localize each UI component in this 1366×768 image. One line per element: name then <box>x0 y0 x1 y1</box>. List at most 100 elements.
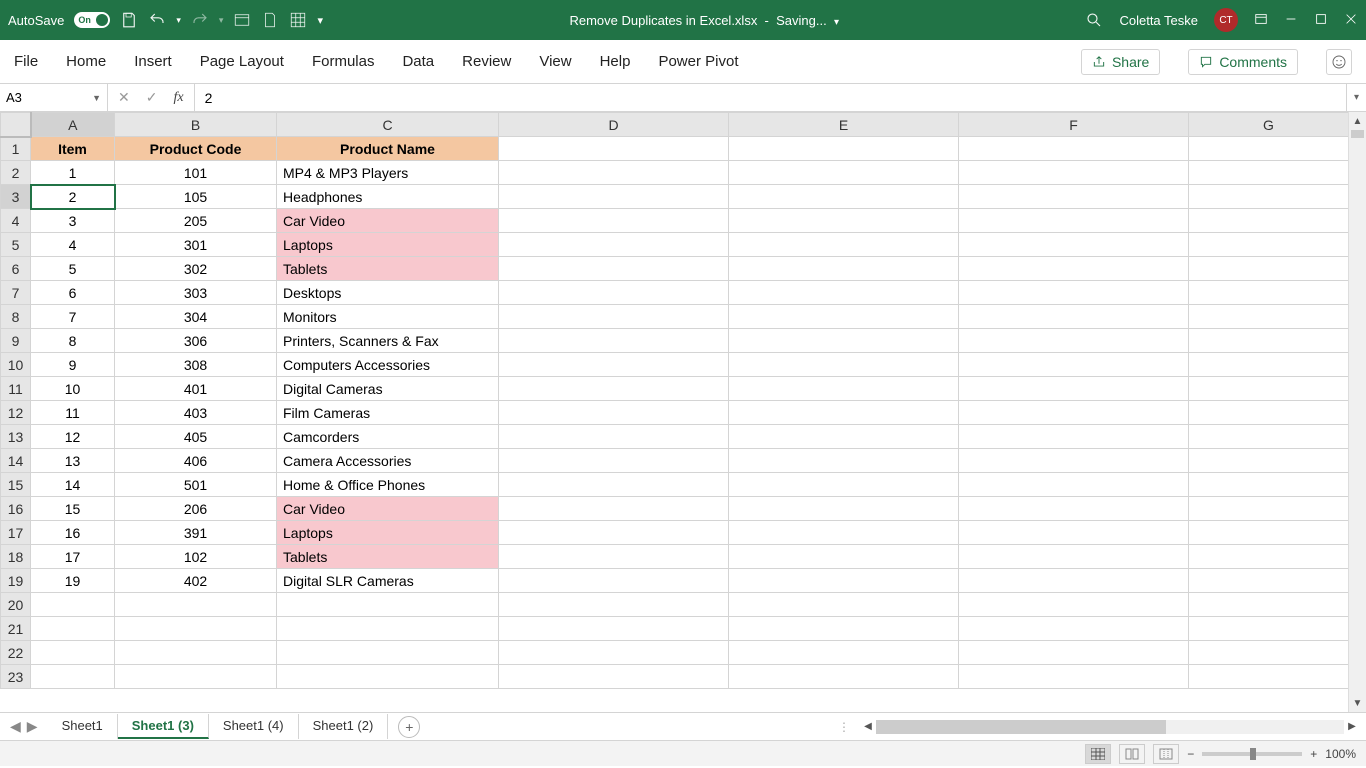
cell[interactable] <box>1189 281 1349 305</box>
cell[interactable] <box>729 401 959 425</box>
cell[interactable]: 10 <box>31 377 115 401</box>
cell[interactable] <box>729 665 959 689</box>
redo-icon[interactable] <box>191 11 209 29</box>
cell[interactable] <box>499 449 729 473</box>
cell[interactable] <box>959 257 1189 281</box>
minimize-icon[interactable] <box>1284 12 1298 29</box>
cell[interactable]: 304 <box>115 305 277 329</box>
cell[interactable] <box>1189 353 1349 377</box>
ribbon-tab-file[interactable]: File <box>14 53 38 70</box>
cell[interactable]: Printers, Scanners & Fax <box>277 329 499 353</box>
cell[interactable] <box>1189 521 1349 545</box>
cell[interactable] <box>1189 545 1349 569</box>
close-icon[interactable] <box>1344 12 1358 29</box>
cell[interactable]: Monitors <box>277 305 499 329</box>
cell[interactable]: Product Name <box>277 137 499 161</box>
cell[interactable]: 501 <box>115 473 277 497</box>
ribbon-tab-power-pivot[interactable]: Power Pivot <box>658 53 738 70</box>
cell[interactable] <box>959 665 1189 689</box>
add-sheet-button[interactable]: + <box>398 716 420 738</box>
row-header[interactable]: 9 <box>1 329 31 353</box>
cell[interactable] <box>499 257 729 281</box>
cell[interactable] <box>499 665 729 689</box>
cell[interactable] <box>959 137 1189 161</box>
cell[interactable]: MP4 & MP3 Players <box>277 161 499 185</box>
formula-input[interactable]: 2 <box>195 84 1346 111</box>
row-header[interactable]: 2 <box>1 161 31 185</box>
save-icon[interactable] <box>120 11 138 29</box>
sheet-tab[interactable]: Sheet1 <box>48 714 118 739</box>
cell[interactable]: Digital SLR Cameras <box>277 569 499 593</box>
cell[interactable] <box>959 521 1189 545</box>
cell[interactable]: 401 <box>115 377 277 401</box>
row-header[interactable]: 3 <box>1 185 31 209</box>
row-header[interactable]: 4 <box>1 209 31 233</box>
cell[interactable] <box>277 617 499 641</box>
cell[interactable] <box>1189 569 1349 593</box>
cell[interactable] <box>499 377 729 401</box>
undo-icon[interactable] <box>148 11 166 29</box>
cell[interactable] <box>31 641 115 665</box>
cell[interactable]: Laptops <box>277 521 499 545</box>
column-header-G[interactable]: G <box>1189 113 1349 137</box>
scroll-down-icon[interactable]: ▼ <box>1349 694 1366 712</box>
cell[interactable] <box>499 569 729 593</box>
cell[interactable] <box>729 425 959 449</box>
cell[interactable] <box>959 353 1189 377</box>
cell[interactable]: 406 <box>115 449 277 473</box>
cell[interactable] <box>1189 593 1349 617</box>
cell[interactable]: 4 <box>31 233 115 257</box>
cell[interactable] <box>1189 329 1349 353</box>
sheet-tab[interactable]: Sheet1 (2) <box>299 714 389 739</box>
cell[interactable] <box>499 161 729 185</box>
cell[interactable]: Computers Accessories <box>277 353 499 377</box>
cell[interactable] <box>1189 185 1349 209</box>
cell[interactable] <box>31 593 115 617</box>
cell[interactable]: Car Video <box>277 497 499 521</box>
ribbon-tab-review[interactable]: Review <box>462 53 511 70</box>
cell[interactable] <box>499 521 729 545</box>
pagelayout-view-button[interactable] <box>1119 744 1145 764</box>
cell[interactable] <box>499 353 729 377</box>
cell[interactable]: 12 <box>31 425 115 449</box>
cell[interactable] <box>729 137 959 161</box>
cell[interactable]: Camcorders <box>277 425 499 449</box>
row-header[interactable]: 8 <box>1 305 31 329</box>
column-header-E[interactable]: E <box>729 113 959 137</box>
qat-icon-1[interactable] <box>233 11 251 29</box>
cell[interactable] <box>959 545 1189 569</box>
cell[interactable] <box>31 665 115 689</box>
cell[interactable]: Digital Cameras <box>277 377 499 401</box>
cell[interactable] <box>959 161 1189 185</box>
qat-icon-2[interactable] <box>261 11 279 29</box>
cell[interactable] <box>277 593 499 617</box>
cell[interactable]: 7 <box>31 305 115 329</box>
select-all-corner[interactable] <box>1 113 31 137</box>
column-header-A[interactable]: A <box>31 113 115 137</box>
cell[interactable] <box>1189 641 1349 665</box>
scroll-left-icon[interactable]: ◀ <box>860 721 876 732</box>
cell[interactable] <box>729 233 959 257</box>
cell[interactable] <box>959 569 1189 593</box>
cell[interactable] <box>277 641 499 665</box>
cell[interactable]: 402 <box>115 569 277 593</box>
cell[interactable] <box>729 473 959 497</box>
ribbon-display-icon[interactable] <box>1254 12 1268 29</box>
ribbon-tab-help[interactable]: Help <box>600 53 631 70</box>
cell[interactable] <box>729 545 959 569</box>
ribbon-tab-page-layout[interactable]: Page Layout <box>200 53 284 70</box>
undo-dropdown-icon[interactable]: ▾ <box>176 15 181 26</box>
cell[interactable] <box>729 353 959 377</box>
cell[interactable] <box>729 569 959 593</box>
cell[interactable] <box>729 521 959 545</box>
cell[interactable]: Desktops <box>277 281 499 305</box>
row-header[interactable]: 21 <box>1 617 31 641</box>
ribbon-tab-insert[interactable]: Insert <box>134 53 172 70</box>
cell[interactable] <box>729 209 959 233</box>
cell[interactable] <box>31 617 115 641</box>
scroll-up-icon[interactable]: ▲ <box>1349 112 1366 130</box>
comments-button[interactable]: Comments <box>1188 49 1298 75</box>
cell[interactable] <box>115 617 277 641</box>
cell[interactable] <box>729 497 959 521</box>
cell[interactable] <box>499 425 729 449</box>
